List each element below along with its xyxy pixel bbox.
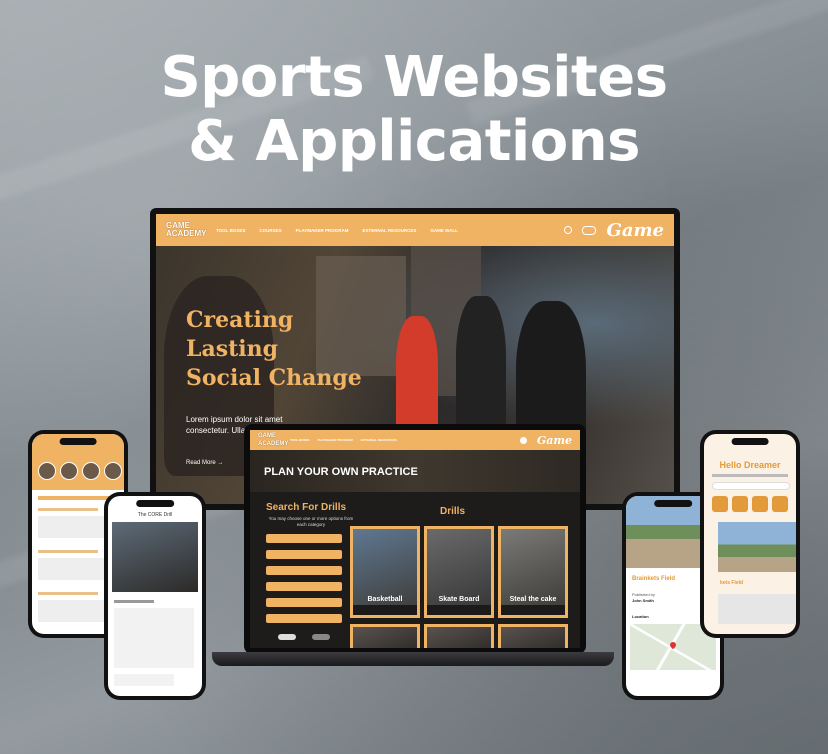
phone-notch [654, 500, 692, 507]
headline-line: Creating [186, 307, 294, 333]
search-drills-title: Search For Drills [266, 502, 347, 513]
field-card-photo[interactable] [718, 594, 796, 624]
drill-card-label: Basketball [367, 596, 403, 603]
phone-notch [59, 438, 97, 445]
category-avatar[interactable] [38, 462, 56, 480]
nav-link-gamewall[interactable]: GAME WALL [430, 228, 458, 233]
headline-line: Lasting [186, 336, 279, 362]
laptop-nav-link[interactable]: TOOL BOXES [290, 438, 310, 442]
phone-notch [731, 438, 769, 445]
drill-card[interactable] [350, 624, 420, 648]
category-tile[interactable] [732, 496, 748, 512]
phone-screen: Hello Dreamer kets Field [704, 434, 796, 634]
filter-category[interactable] [266, 582, 342, 591]
detail-title: The CORE Drill [137, 512, 173, 518]
category-tile[interactable] [772, 496, 788, 512]
laptop-screen: GAME ACADEMY TOOL BOXES PLAYMAKER PROGRA… [250, 430, 580, 648]
drill-image [353, 627, 417, 648]
drill-card-label: Steal the cake [509, 596, 557, 603]
drill-card-footer [427, 605, 491, 615]
drill-card-label: Skate Board [438, 596, 480, 603]
list-item-title[interactable] [38, 592, 98, 595]
login-pill[interactable] [582, 225, 597, 235]
hero-title-line2: & Applications [188, 109, 640, 174]
practice-banner: PLAN YOUR OWN PRACTICE [250, 450, 580, 492]
phone-notch [136, 500, 174, 507]
detail-description [114, 608, 194, 668]
hero-title-line1: Sports Websites [160, 45, 668, 110]
phone-screen: The CORE Drill [108, 496, 202, 696]
laptop-nav-link[interactable]: EXTERNAL RESOURCES [361, 438, 397, 442]
field-card-title[interactable]: kets Field [720, 580, 743, 586]
filter-category[interactable] [266, 598, 342, 607]
map-pin-icon [668, 640, 678, 650]
laptop-logo[interactable]: GAME ACADEMY [258, 432, 288, 448]
site-logo[interactable]: GAME ACADEMY [166, 222, 206, 238]
nav-link-courses[interactable]: COURSES [259, 228, 281, 233]
published-by-label: Published by [632, 592, 655, 597]
globe-icon[interactable] [564, 226, 572, 234]
drills-title: Drills [440, 506, 466, 517]
category-avatar[interactable] [82, 462, 100, 480]
read-more-link[interactable]: Read More → [186, 460, 223, 466]
nav-link-external[interactable]: EXTERNAL RESOURCES [362, 228, 416, 233]
drill-image [501, 627, 565, 648]
apply-button[interactable] [312, 634, 330, 640]
category-tile[interactable] [752, 496, 768, 512]
drill-card[interactable]: Basketball [350, 526, 420, 618]
arrow-right-icon: → [217, 460, 224, 466]
greeting-subtitle [712, 474, 788, 477]
search-drills-subtitle: You may choose one or more options from … [268, 516, 354, 527]
list-item-title[interactable] [38, 508, 98, 511]
laptop-base [212, 652, 614, 666]
banner-title: PLAN YOUR OWN PRACTICE [264, 466, 418, 478]
hero-headline: Creating Lasting Social Change [186, 306, 362, 393]
avatar[interactable] [519, 436, 527, 444]
phone-detail: The CORE Drill [104, 492, 206, 700]
drill-card[interactable] [424, 624, 494, 648]
filter-category[interactable] [266, 550, 342, 559]
nav-link-playmaker[interactable]: PLAYMAKER PROGRAM [296, 228, 349, 233]
drill-card[interactable]: Steal the cake [498, 526, 568, 618]
category-tile[interactable] [712, 496, 728, 512]
greeting-title: Hello Dreamer [719, 460, 781, 470]
headline-line: Social Change [186, 365, 362, 391]
drill-card[interactable]: Skate Board [424, 526, 494, 618]
phone-home: Hello Dreamer kets Field [700, 430, 800, 638]
search-input[interactable] [712, 482, 790, 490]
filter-category[interactable] [266, 534, 342, 543]
category-avatar[interactable] [104, 462, 122, 480]
filter-category[interactable] [266, 566, 342, 575]
location-label: Location [632, 614, 649, 619]
detail-meta [114, 600, 154, 603]
reset-button[interactable] [278, 634, 296, 640]
court-photo [112, 522, 198, 592]
nav-link-toolboxes[interactable]: TOOL BOXES [216, 228, 245, 233]
read-more-label: Read More [186, 460, 216, 466]
category-avatar[interactable] [60, 462, 78, 480]
drill-card[interactable] [498, 624, 568, 648]
detail-description [114, 674, 174, 686]
drill-card-footer [501, 605, 565, 615]
author-name[interactable]: John Smith [632, 598, 654, 603]
drill-image [427, 627, 491, 648]
laptop-navbar: GAME ACADEMY TOOL BOXES PLAYMAKER PROGRA… [250, 430, 580, 450]
laptop-game-brand: Game [536, 433, 572, 447]
field-title: Brainkets Field [632, 576, 676, 582]
laptop-nav-link[interactable]: PLAYMAKER PROGRAM [318, 438, 353, 442]
drill-card-footer [353, 605, 417, 615]
hero-title: Sports Websites & Applications [0, 46, 828, 174]
laptop: GAME ACADEMY TOOL BOXES PLAYMAKER PROGRA… [244, 424, 586, 654]
filter-category[interactable] [266, 614, 342, 623]
list-item-title[interactable] [38, 550, 98, 553]
game-brand: Game [606, 219, 664, 241]
field-card-photo[interactable] [718, 522, 796, 572]
site-navbar: GAME ACADEMY TOOL BOXES COURSES PLAYMAKE… [156, 214, 674, 246]
photo-person [396, 316, 438, 436]
